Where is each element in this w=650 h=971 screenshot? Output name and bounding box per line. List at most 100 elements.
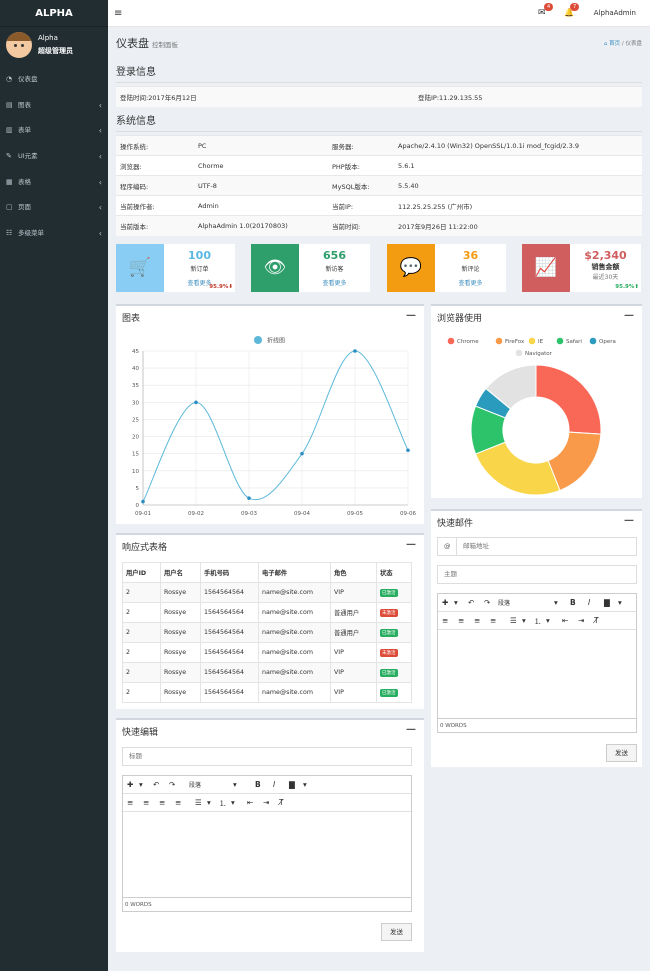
line-chart-icon: 📈: [522, 244, 570, 292]
sidebar-item-pages[interactable]: ▢ 页面 ‹: [0, 195, 108, 221]
justify-icon[interactable]: ≡: [175, 798, 181, 807]
redo-icon[interactable]: ↷: [484, 598, 490, 607]
collapse-button[interactable]: —: [406, 539, 416, 550]
user-menu[interactable]: AlphaAdmin: [594, 9, 636, 17]
sidebar-item-forms[interactable]: ▥ 表单 ‹: [0, 118, 108, 144]
sidebar-item-dashboard[interactable]: ◔ 仪表盘: [0, 67, 108, 93]
legend-swatch: [528, 337, 536, 345]
bullet-list-icon[interactable]: ☰: [195, 798, 202, 807]
chevron-down-icon[interactable]: ▾: [231, 798, 235, 807]
legend-swatch: [495, 337, 503, 345]
breadcrumb-home[interactable]: ⌂ 首页: [604, 41, 620, 47]
form-icon: ▥: [6, 126, 13, 135]
numbered-list-icon[interactable]: ⒈: [534, 616, 542, 627]
data-point: [353, 349, 357, 353]
text-color-icon[interactable]: ▇: [289, 780, 295, 789]
word-count: 0 WORDS: [123, 897, 411, 911]
page-title: 仪表盘 控制面板: [116, 37, 178, 50]
chevron-down-icon[interactable]: ▾: [618, 598, 622, 607]
numbered-list-icon[interactable]: ⒈: [219, 798, 227, 809]
title-input[interactable]: [122, 747, 412, 766]
bold-icon[interactable]: B: [570, 598, 576, 607]
sidebar-item-charts[interactable]: ▤ 图表 ‹: [0, 93, 108, 119]
align-right-icon[interactable]: ≡: [474, 616, 480, 625]
insert-icon[interactable]: ✚: [442, 598, 448, 607]
outdent-icon[interactable]: ⇤: [562, 616, 568, 625]
brand-logo[interactable]: ALPHA: [0, 0, 108, 27]
legend-label: Chrome: [457, 339, 479, 345]
sidebar-item-label: 多级菜单: [18, 229, 44, 238]
y-tick-label: 25: [132, 417, 139, 423]
stat-value: 656: [323, 249, 346, 262]
clear-format-icon[interactable]: T̸: [279, 798, 284, 807]
send-mail-button[interactable]: 发送: [606, 744, 637, 762]
chevron-down-icon[interactable]: ▾: [303, 780, 307, 789]
eye-icon: 👁: [251, 244, 299, 292]
undo-icon[interactable]: ↶: [468, 598, 474, 607]
breadcrumb-separator: /: [621, 41, 624, 47]
collapse-button[interactable]: —: [624, 515, 634, 526]
sidebar-item-tables[interactable]: ▦ 表格 ‹: [0, 170, 108, 196]
chart-icon: ▤: [6, 100, 13, 109]
stat-more-link[interactable]: 查看更多: [435, 278, 506, 287]
undo-icon[interactable]: ↶: [153, 780, 159, 789]
align-left-icon[interactable]: ≡: [442, 616, 448, 625]
bold-icon[interactable]: B: [255, 780, 261, 789]
data-point: [300, 451, 304, 456]
send-edit-button[interactable]: 发送: [381, 923, 412, 941]
table-row: 2 Rossye 1564564564 name@site.com VIP 未激活: [122, 642, 412, 663]
clear-format-icon[interactable]: T̸: [594, 616, 599, 625]
format-select[interactable]: 段落: [189, 780, 201, 789]
mail-rich-text-editor[interactable]: ✚ ▾ ↶ ↷ 段落 ▾ B I ▇ ▾ ≡ ≡ ≡ ≡ ☰ ▾ ⒈ ▾ ⇤ ⇥…: [437, 593, 637, 733]
chevron-down-icon[interactable]: ▾: [546, 616, 550, 625]
email-address-input[interactable]: [456, 537, 637, 556]
table-row: 2 Rossye 1564564564 name@site.com VIP 已激活: [122, 662, 412, 683]
indent-icon[interactable]: ⇥: [578, 616, 584, 625]
chevron-down-icon[interactable]: ▾: [554, 598, 558, 607]
sidebar-item-multilevel-menu[interactable]: ☷ 多级菜单 ‹: [0, 221, 108, 247]
stat-more-link[interactable]: 查看更多: [299, 278, 370, 287]
menu-toggle-icon[interactable]: ≡: [114, 8, 122, 19]
editor-toolbar-row2: ≡ ≡ ≡ ≡ ☰ ▾ ⒈ ▾ ⇤ ⇥ T̸: [438, 612, 636, 630]
chevron-left-icon: ‹: [98, 152, 102, 162]
table-row: 2 Rossye 1564564564 name@site.com VIP 已激活: [122, 682, 412, 703]
editor-toolbar-row1: ✚ ▾ ↶ ↷ 段落 ▾ B I ▇ ▾: [123, 776, 411, 794]
legend-swatch: [515, 349, 523, 357]
subject-input[interactable]: [437, 565, 637, 584]
messages-count-badge: 4: [544, 3, 554, 11]
align-center-icon[interactable]: ≡: [143, 798, 149, 807]
sidebar-item-label: UI元素: [18, 152, 38, 161]
sidebar-item-label: 页面: [18, 203, 31, 212]
bullet-list-icon[interactable]: ☰: [510, 616, 517, 625]
chevron-down-icon[interactable]: ▾: [454, 598, 458, 607]
chevron-left-icon: ‹: [98, 229, 102, 239]
italic-icon[interactable]: I: [588, 598, 590, 607]
status-badge: 未激活: [380, 608, 398, 617]
align-center-icon[interactable]: ≡: [458, 616, 464, 625]
legend-swatch: [556, 337, 564, 345]
sidebar-item-ui-elements[interactable]: ✎ UI元素 ‹: [0, 144, 108, 170]
justify-icon[interactable]: ≡: [490, 616, 496, 625]
text-color-icon[interactable]: ▇: [604, 598, 610, 607]
at-icon: @: [437, 537, 457, 556]
users-table: 用户ID 用户名 手机号码 电子邮件 角色 状态 2 Rossye 15645645…: [122, 562, 412, 703]
outdent-icon[interactable]: ⇤: [247, 798, 253, 807]
redo-icon[interactable]: ↷: [169, 780, 175, 789]
sitemap-icon: ☷: [6, 229, 13, 238]
insert-icon[interactable]: ✚: [127, 780, 133, 789]
format-select[interactable]: 段落: [498, 598, 510, 607]
sidebar-item-label: 表格: [18, 177, 31, 186]
align-left-icon[interactable]: ≡: [127, 798, 133, 807]
italic-icon[interactable]: I: [273, 780, 275, 789]
chevron-down-icon[interactable]: ▾: [233, 780, 237, 789]
collapse-button[interactable]: —: [406, 724, 416, 735]
align-right-icon[interactable]: ≡: [159, 798, 165, 807]
indent-icon[interactable]: ⇥: [263, 798, 269, 807]
chevron-down-icon[interactable]: ▾: [139, 780, 143, 789]
notifications-button[interactable]: 🔔 7: [564, 3, 580, 17]
y-tick-label: 35: [132, 383, 139, 389]
chevron-down-icon[interactable]: ▾: [207, 798, 211, 807]
edit-rich-text-editor[interactable]: ✚ ▾ ↶ ↷ 段落 ▾ B I ▇ ▾ ≡ ≡ ≡ ≡ ☰ ▾ ⒈ ▾ ⇤ ⇥…: [122, 775, 412, 912]
messages-button[interactable]: ✉ 4: [538, 3, 554, 18]
chevron-down-icon[interactable]: ▾: [522, 616, 526, 625]
